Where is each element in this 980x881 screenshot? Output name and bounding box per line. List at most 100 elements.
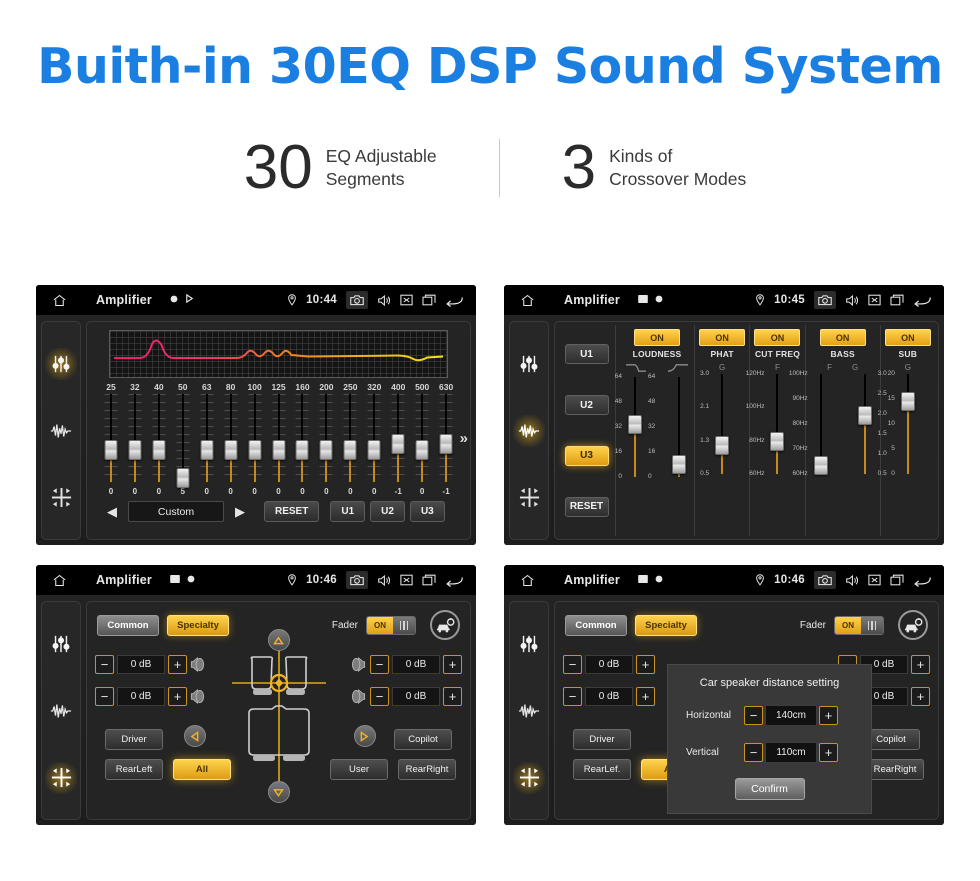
decrease-button[interactable]: − xyxy=(95,655,114,674)
camera-icon[interactable] xyxy=(346,291,368,309)
slider-knob[interactable] xyxy=(248,440,262,460)
increase-button[interactable]: + xyxy=(168,655,187,674)
sidebar-item-equalizer[interactable] xyxy=(513,628,545,660)
increase-button[interactable]: + xyxy=(911,687,930,706)
decrease-button[interactable]: − xyxy=(563,655,582,674)
seat-button-rearright[interactable]: RearRight xyxy=(398,759,456,780)
decrease-button[interactable]: − xyxy=(370,655,389,674)
preset-prev-button[interactable]: ◀ xyxy=(101,504,123,520)
tab-common[interactable]: Common xyxy=(565,614,627,636)
car-settings-icon[interactable] xyxy=(898,610,928,640)
slider-knob[interactable] xyxy=(343,440,357,460)
seat-button-driver[interactable]: Driver xyxy=(573,729,631,750)
increase-button[interactable]: + xyxy=(443,655,462,674)
nav-down-button[interactable] xyxy=(267,781,290,803)
sidebar-item-waveform[interactable] xyxy=(513,414,545,447)
decrease-button[interactable]: − xyxy=(95,687,114,706)
preset-u1-button[interactable]: U1 xyxy=(564,344,609,365)
increase-button[interactable]: + xyxy=(819,743,838,762)
slider-knob[interactable] xyxy=(176,468,190,488)
close-icon[interactable] xyxy=(400,574,413,586)
power-toggle-button[interactable]: ON xyxy=(754,329,801,346)
volume-icon[interactable] xyxy=(845,574,859,587)
preset-u1-button[interactable]: U1 xyxy=(330,501,366,522)
recent-apps-icon[interactable] xyxy=(890,294,904,306)
eq-band-slider[interactable] xyxy=(195,394,219,486)
back-icon[interactable] xyxy=(913,294,932,307)
confirm-button[interactable]: Confirm xyxy=(734,778,805,800)
slider-knob[interactable] xyxy=(367,440,381,460)
recent-apps-icon[interactable] xyxy=(422,574,436,586)
back-icon[interactable] xyxy=(445,574,464,587)
slider-knob[interactable] xyxy=(128,440,142,460)
tab-specialty[interactable]: Specialty xyxy=(635,614,697,636)
camera-icon[interactable] xyxy=(814,571,836,589)
slider-knob[interactable] xyxy=(900,392,915,411)
camera-icon[interactable] xyxy=(346,571,368,589)
increase-button[interactable]: + xyxy=(168,687,187,706)
sidebar-item-waveform[interactable] xyxy=(45,415,77,447)
slider-knob[interactable] xyxy=(715,436,730,455)
eq-band-slider[interactable] xyxy=(314,394,338,486)
home-icon[interactable] xyxy=(512,293,542,308)
seat-button-rearleft[interactable]: RearLef. xyxy=(573,759,631,780)
power-toggle-button[interactable]: ON xyxy=(819,329,866,346)
preset-u2-button[interactable]: U2 xyxy=(370,501,405,522)
preset-name-display[interactable]: Custom xyxy=(128,501,224,522)
recent-apps-icon[interactable] xyxy=(890,574,904,586)
home-icon[interactable] xyxy=(512,573,542,588)
tab-common[interactable]: Common xyxy=(97,614,159,636)
volume-icon[interactable] xyxy=(377,574,391,587)
preset-u3-button[interactable]: U3 xyxy=(409,501,445,522)
eq-band-slider[interactable] xyxy=(434,394,458,486)
seat-button-driver[interactable]: Driver xyxy=(105,729,163,750)
volume-icon[interactable] xyxy=(845,294,859,307)
home-icon[interactable] xyxy=(44,293,74,308)
slider-knob[interactable] xyxy=(439,434,453,454)
fader-toggle[interactable]: ON xyxy=(366,615,416,635)
nav-right-button[interactable] xyxy=(353,725,376,747)
eq-band-slider[interactable] xyxy=(171,394,195,488)
close-icon[interactable] xyxy=(868,294,881,306)
power-toggle-button[interactable]: ON xyxy=(634,329,680,346)
nav-up-button[interactable] xyxy=(267,629,290,651)
close-icon[interactable] xyxy=(400,294,413,306)
sidebar-item-balance[interactable] xyxy=(513,482,545,514)
more-bands-icon[interactable]: » xyxy=(460,430,468,447)
home-icon[interactable] xyxy=(44,573,74,588)
slider-knob[interactable] xyxy=(224,440,238,460)
car-settings-icon[interactable] xyxy=(430,610,460,640)
eq-band-slider[interactable] xyxy=(291,394,315,486)
decrease-button[interactable]: − xyxy=(563,687,582,706)
eq-band-slider[interactable] xyxy=(362,394,386,486)
sidebar-item-equalizer[interactable] xyxy=(513,348,545,380)
eq-band-slider[interactable] xyxy=(219,394,243,486)
volume-icon[interactable] xyxy=(377,294,391,307)
eq-band-slider[interactable] xyxy=(99,394,123,486)
recent-apps-icon[interactable] xyxy=(422,294,436,306)
increase-button[interactable]: + xyxy=(636,655,655,674)
back-icon[interactable] xyxy=(913,574,932,587)
nav-left-button[interactable] xyxy=(183,725,206,747)
crossover-slider[interactable]: 20 15 10 5 0 xyxy=(888,370,923,478)
eq-band-slider[interactable] xyxy=(267,394,291,486)
decrease-button[interactable]: − xyxy=(370,687,389,706)
crossover-slider[interactable]: 64 48 32 16 0 64 48 32 16 0 xyxy=(615,373,655,481)
eq-band-slider[interactable] xyxy=(410,394,434,486)
sidebar-item-balance[interactable] xyxy=(513,761,545,794)
eq-band-slider[interactable] xyxy=(338,394,362,486)
seat-button-all[interactable]: All xyxy=(173,759,231,780)
eq-band-slider[interactable] xyxy=(123,394,147,486)
slider-knob[interactable] xyxy=(813,456,828,475)
eq-band-slider[interactable] xyxy=(386,394,410,486)
sidebar-item-waveform[interactable] xyxy=(45,695,77,727)
eq-band-slider[interactable] xyxy=(147,394,171,486)
slider-knob[interactable] xyxy=(152,440,166,460)
slider-knob[interactable] xyxy=(415,440,429,460)
slider-knob[interactable] xyxy=(200,440,214,460)
decrease-button[interactable]: − xyxy=(744,706,763,725)
slider-knob[interactable] xyxy=(104,440,118,460)
increase-button[interactable]: + xyxy=(636,687,655,706)
slider-knob[interactable] xyxy=(628,415,642,434)
slider-knob[interactable] xyxy=(272,440,286,460)
